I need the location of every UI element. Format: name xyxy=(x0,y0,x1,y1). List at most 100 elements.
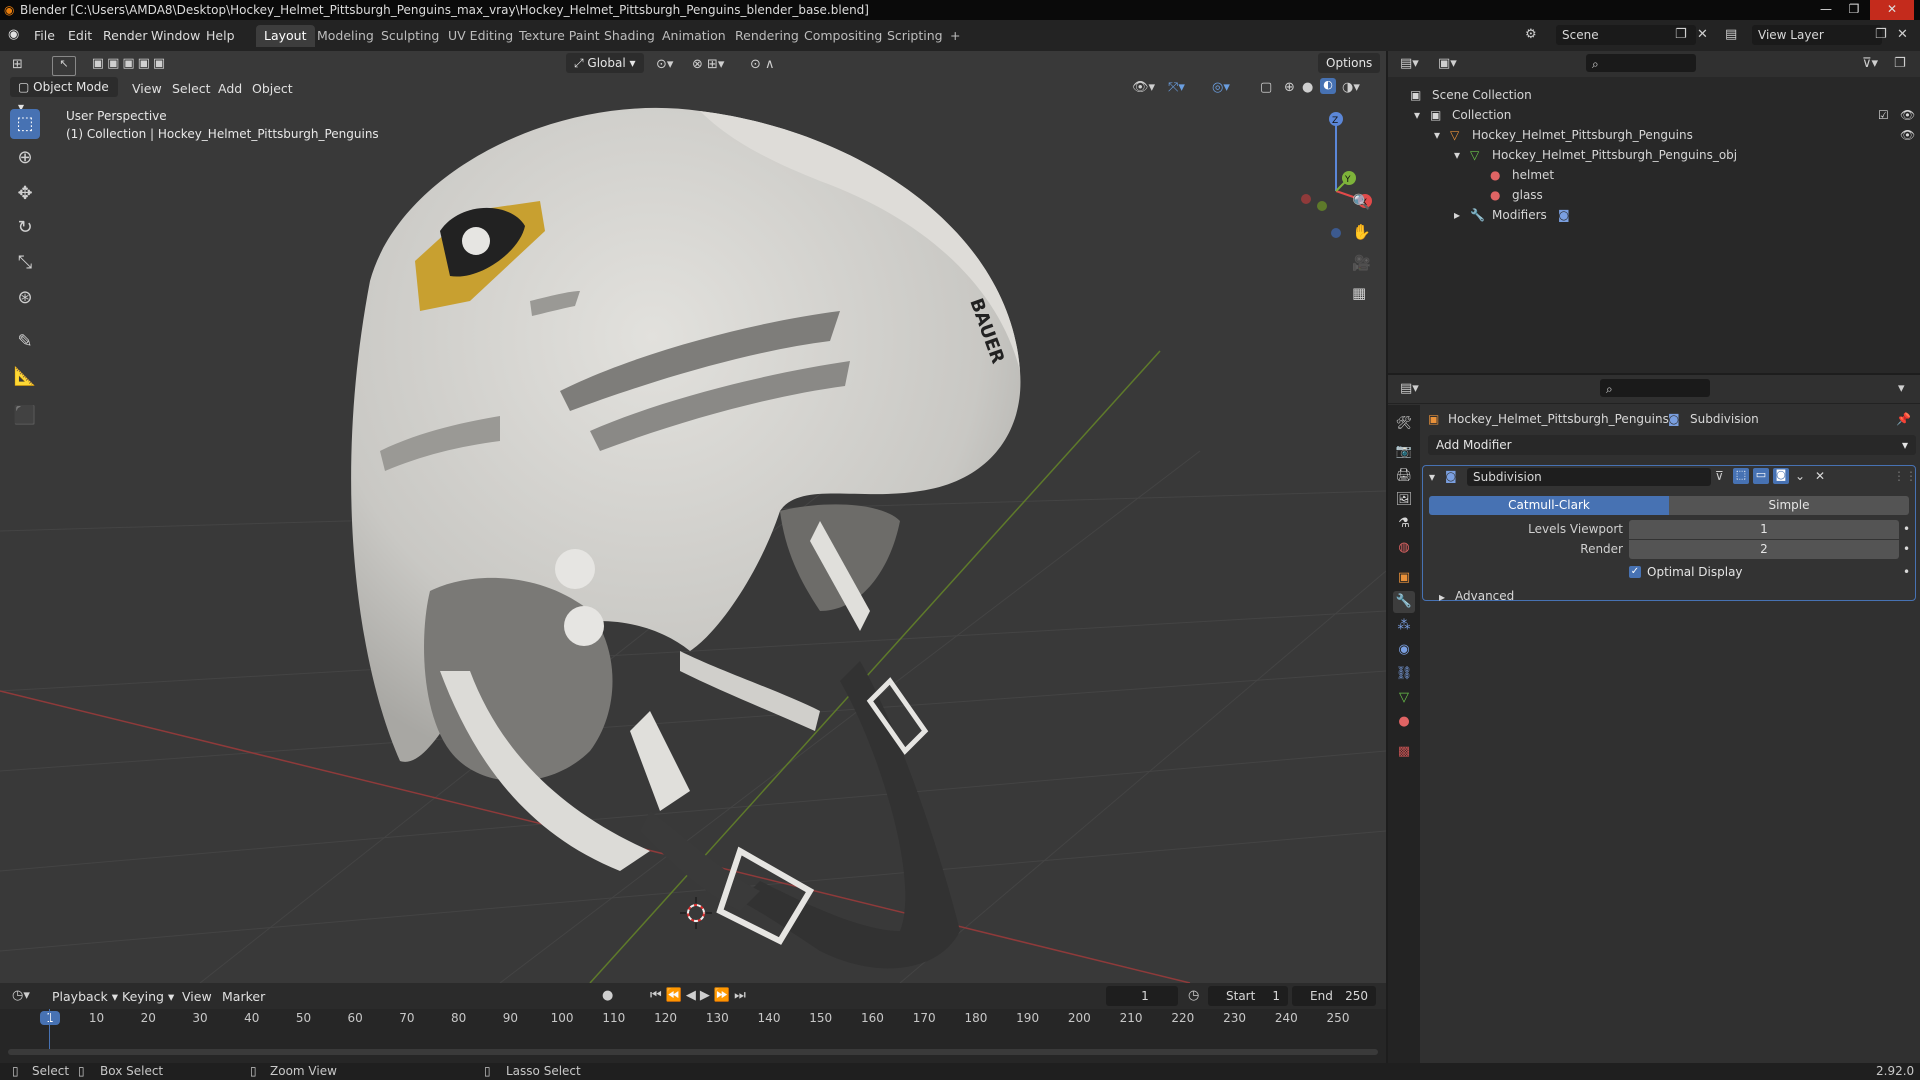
collapse-icon[interactable]: ▾ xyxy=(1898,381,1905,396)
editor-type-icon[interactable]: ⊞ xyxy=(12,57,23,72)
tree-row-scene-collection[interactable]: ▣ Scene Collection xyxy=(1388,85,1920,105)
tab-uv-editing[interactable]: UV Editing xyxy=(440,25,521,47)
modifier-tab-icon[interactable]: 🔧 xyxy=(1393,591,1415,613)
pin-icon[interactable]: 📌 xyxy=(1896,409,1911,429)
view-layer-tab-icon[interactable]: 🖼 xyxy=(1393,489,1415,511)
pivot-icon[interactable]: ⊙▾ xyxy=(656,57,673,72)
add-workspace-button[interactable]: + xyxy=(942,25,968,47)
tab-modeling[interactable]: Modeling xyxy=(309,25,382,47)
collapse-arrow-icon[interactable]: ▾ xyxy=(1429,470,1435,484)
cursor-tool-icon[interactable]: ⊕ xyxy=(10,143,40,173)
transform-tool-icon[interactable]: ⊛ xyxy=(10,283,40,313)
tool-tab-icon[interactable]: 🛠 xyxy=(1393,413,1415,435)
modifier-name-field[interactable]: Subdivision xyxy=(1467,468,1711,486)
scene-tab-icon[interactable]: ⚗ xyxy=(1393,513,1415,535)
navigation-gizmo[interactable]: Z X Y xyxy=(1301,112,1372,238)
tree-row-collection[interactable]: ▾ ▣ Collection ☑ 👁 xyxy=(1388,105,1920,125)
helmet-model[interactable]: BAUER xyxy=(351,107,1021,969)
tree-row-modifiers[interactable]: ▸ 🔧 Modifiers ◙ xyxy=(1388,205,1920,225)
expand-arrow-icon[interactable]: ▸ xyxy=(1454,205,1460,225)
tree-row-mesh[interactable]: ▾ ▽ Hockey_Helmet_Pittsburgh_Penguins_ob… xyxy=(1388,145,1920,165)
viewport-canvas[interactable]: BAUER Z X Y xyxy=(0,51,1386,983)
timeline-view-menu[interactable]: View xyxy=(182,989,212,1004)
close-window-button[interactable]: ✕ xyxy=(1870,0,1914,20)
menu-render[interactable]: Render xyxy=(103,28,148,43)
properties-editor-type-icon[interactable]: ▤▾ xyxy=(1400,381,1419,396)
delete-modifier-icon[interactable]: ✕ xyxy=(1815,469,1825,483)
keyframe-dot-icon[interactable]: • xyxy=(1903,542,1910,556)
render-tab-icon[interactable]: 📷 xyxy=(1393,441,1415,463)
keying-menu[interactable]: Keying ▾ xyxy=(122,989,174,1004)
tree-row-material-helmet[interactable]: ● helmet xyxy=(1388,165,1920,185)
scale-tool-icon[interactable]: ⤡ xyxy=(10,248,40,278)
properties-search-input[interactable]: ⌕ xyxy=(1600,379,1710,397)
current-frame-field[interactable]: 1 xyxy=(1106,986,1178,1006)
constraints-tab-icon[interactable]: ⛓ xyxy=(1393,663,1415,685)
visibility-eye-icon[interactable]: 👁 xyxy=(1900,125,1915,145)
view-layer-selector[interactable]: View Layer xyxy=(1752,25,1882,45)
gizmo-toggle-icon[interactable]: ⤧▾ xyxy=(1168,80,1185,95)
visibility-icon[interactable]: 👁▾ xyxy=(1132,80,1155,95)
outliner-editor-type-icon[interactable]: ▤▾ xyxy=(1400,56,1419,71)
delete-view-layer-icon[interactable]: ✕ xyxy=(1897,27,1908,42)
zoom-icon[interactable]: 🔍 xyxy=(1352,193,1371,211)
tab-scripting[interactable]: Scripting xyxy=(879,25,951,47)
ortho-toggle-icon[interactable]: ▦ xyxy=(1352,284,1366,302)
3d-cursor-icon[interactable] xyxy=(680,897,712,929)
transform-orientation-dropdown[interactable]: ⤢ Global ▾ xyxy=(566,53,644,73)
exclude-checkbox[interactable]: ☑ xyxy=(1878,105,1889,125)
select-tool-icon[interactable]: ↖ xyxy=(52,56,76,76)
end-frame-field[interactable]: End 250 xyxy=(1292,986,1376,1006)
edit-mode-toggle-icon[interactable]: ⊽ xyxy=(1715,469,1724,483)
modifier-menu-chevron-icon[interactable]: ⌄ xyxy=(1795,469,1805,483)
tab-sculpting[interactable]: Sculpting xyxy=(373,25,447,47)
xray-icon[interactable]: ▢ xyxy=(1260,80,1272,95)
particles-tab-icon[interactable]: ⁂ xyxy=(1393,615,1415,637)
delete-scene-icon[interactable]: ✕ xyxy=(1697,27,1708,42)
expand-arrow-icon[interactable]: ▾ xyxy=(1454,145,1460,165)
blender-menu-icon[interactable]: ◉ xyxy=(8,27,19,42)
optimal-display-checkbox[interactable]: ✓ xyxy=(1629,566,1641,578)
rendered-shading-icon[interactable]: ◑▾ xyxy=(1342,80,1360,95)
simple-button[interactable]: Simple xyxy=(1669,496,1909,515)
visibility-eye-icon[interactable]: 👁 xyxy=(1900,105,1915,125)
world-tab-icon[interactable]: ◍ xyxy=(1393,537,1415,559)
playback-menu[interactable]: Playback ▾ xyxy=(52,989,118,1004)
snap-icon[interactable]: ⊗ ⊞▾ xyxy=(692,57,724,72)
material-tab-icon[interactable]: ● xyxy=(1393,711,1415,733)
rotate-tool-icon[interactable]: ↻ xyxy=(10,213,40,243)
3d-viewport[interactable]: BAUER Z X Y ⊞ ↖ ▣▣▣▣▣ ⤢ Global ▾ ⊙▾ ⊗ ⊞▾… xyxy=(0,51,1386,983)
display-mode-icon[interactable]: ▣▾ xyxy=(1438,56,1457,71)
camera-view-icon[interactable]: 🎥 xyxy=(1352,254,1371,272)
annotate-tool-icon[interactable]: ✎ xyxy=(10,327,40,357)
new-scene-icon[interactable]: ❐ xyxy=(1675,27,1687,42)
tab-rendering[interactable]: Rendering xyxy=(727,25,807,47)
playhead-line[interactable] xyxy=(49,1009,50,1053)
pan-hand-icon[interactable]: ✋ xyxy=(1352,223,1371,241)
scene-icon[interactable]: ⚙ xyxy=(1525,27,1537,42)
catmull-clark-button[interactable]: Catmull-Clark xyxy=(1429,496,1669,515)
render-toggle-icon[interactable]: ◙ xyxy=(1773,468,1789,484)
tab-texture-paint[interactable]: Texture Paint xyxy=(511,25,608,47)
start-frame-field[interactable]: Start 1 xyxy=(1208,986,1288,1006)
tab-layout[interactable]: Layout xyxy=(256,25,315,47)
menu-window[interactable]: Window xyxy=(151,28,200,43)
move-tool-icon[interactable]: ✥ xyxy=(10,179,40,209)
tab-animation[interactable]: Animation xyxy=(654,25,734,47)
add-cube-tool-icon[interactable]: ⬛ xyxy=(10,401,40,431)
menu-object[interactable]: Object xyxy=(252,81,293,96)
texture-tab-icon[interactable]: ▩ xyxy=(1393,741,1415,763)
outliner-search-input[interactable]: ⌕ xyxy=(1586,54,1696,72)
tree-row-material-glass[interactable]: ● glass xyxy=(1388,185,1920,205)
menu-add[interactable]: Add xyxy=(218,81,242,96)
timeline-editor-type-icon[interactable]: ◷▾ xyxy=(12,988,30,1003)
menu-edit[interactable]: Edit xyxy=(68,28,92,43)
new-collection-icon[interactable]: ❐ xyxy=(1894,56,1906,71)
frame-ruler[interactable]: 1102030405060708090100110120130140150160… xyxy=(0,1009,1386,1029)
mode-dropdown[interactable]: ▢ Object Mode ▾ xyxy=(10,77,118,114)
playback-controls-icons[interactable]: ⏮⏪◀▶⏩⏭ xyxy=(650,988,750,1003)
tree-row-object[interactable]: ▾ ▽ Hockey_Helmet_Pittsburgh_Penguins 👁 xyxy=(1388,125,1920,145)
proportional-edit-icon[interactable]: ⊙ ∧ xyxy=(750,57,775,72)
measure-tool-icon[interactable]: 📐 xyxy=(10,362,40,392)
minimize-button[interactable]: — xyxy=(1812,0,1840,20)
